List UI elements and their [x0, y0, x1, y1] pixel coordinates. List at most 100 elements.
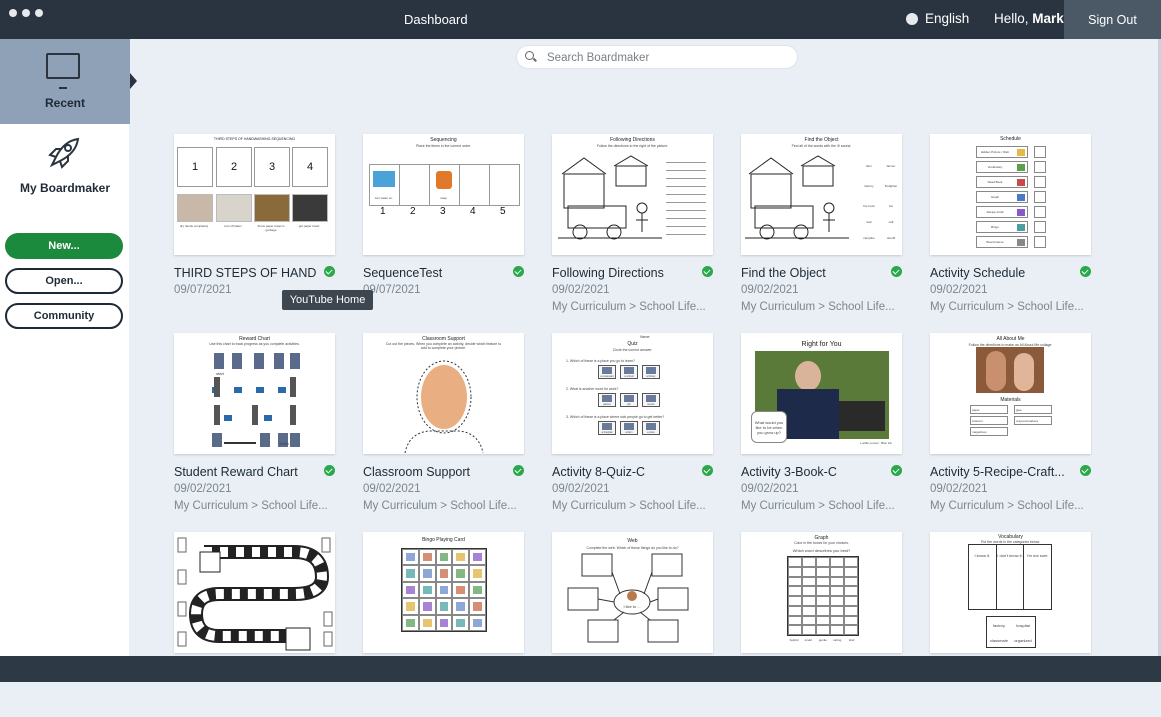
search-input[interactable] — [545, 48, 794, 68]
window-dot[interactable] — [35, 9, 43, 17]
schedule-checkbox — [1034, 206, 1046, 218]
open-button[interactable]: Open... — [5, 268, 123, 294]
document-card[interactable]: Vocabulary Put the words in the categori… — [930, 532, 1092, 717]
quiz-option: recess — [642, 393, 660, 407]
document-thumbnail[interactable]: All About Me Follow the directions to ma… — [930, 333, 1091, 454]
new-button[interactable]: New... — [5, 233, 123, 259]
graph-cell — [816, 586, 830, 596]
bingo-cell — [402, 565, 419, 582]
graph-cell — [830, 596, 844, 606]
bingo-cell-picture — [422, 602, 432, 611]
material-label: scissors — [972, 419, 983, 423]
text-line — [666, 210, 706, 211]
bingo-cell-picture — [406, 569, 415, 578]
document-card[interactable]: Sequencing Place the items in the correc… — [363, 134, 525, 319]
document-thumbnail[interactable]: Schedule Hidden Picture / Web Vocabulary R… — [930, 134, 1091, 255]
document-card[interactable]: Reward Chart Use this chart to track pro… — [174, 333, 336, 518]
reward-path-picture — [212, 353, 300, 447]
document-thumbnail[interactable]: Sequencing Place the items in the correc… — [363, 134, 524, 255]
quiz-option: a store — [642, 421, 660, 435]
user-name: Mark — [1032, 11, 1064, 26]
quiz-option-picture — [624, 367, 634, 374]
graph-label: helpful — [789, 638, 799, 642]
schedule-row: Vocabulary — [976, 161, 1028, 173]
graph-cell — [802, 615, 816, 626]
document-thumbnail[interactable]: Graph Color in the boxes for your choice… — [741, 532, 902, 653]
bingo-cell — [435, 549, 453, 566]
thumb-caption: soap — [440, 196, 447, 200]
document-title[interactable]: Activity Schedule — [930, 266, 1072, 280]
document-title[interactable]: Activity 3-Book-C — [741, 465, 883, 479]
document-thumbnail[interactable] — [174, 532, 335, 653]
faucet-picture — [373, 171, 395, 187]
text-line — [666, 234, 706, 235]
community-button[interactable]: Community — [5, 303, 123, 329]
word-label: farmer — [886, 164, 896, 168]
window-dot[interactable] — [9, 9, 17, 17]
sequence-number: 2 — [410, 206, 416, 217]
document-card[interactable]: Following Directions Follow the directio… — [552, 134, 714, 319]
document-thumbnail[interactable]: Right for You What would you like to be … — [741, 333, 902, 454]
document-thumbnail[interactable]: Name: Quiz Circle the correct answer. 1.… — [552, 333, 713, 454]
graph-cell — [802, 605, 816, 616]
graph-cell — [816, 566, 830, 577]
graph-cell — [830, 576, 844, 587]
document-thumbnail[interactable]: Following Directions Follow the directio… — [552, 134, 713, 255]
document-card[interactable]: Schedule Hidden Picture / Web Vocabulary R… — [930, 134, 1092, 319]
language-selector[interactable]: English — [906, 11, 969, 26]
document-card[interactable]: All About Me Follow the directions to ma… — [930, 333, 1092, 518]
bingo-cell — [402, 549, 419, 566]
document-thumbnail[interactable]: THIRD STEPS OF HANDWASHING-SEQUENCING 1 … — [174, 134, 335, 255]
quiz-question: 3. Which of these is a place where sick … — [566, 415, 665, 419]
tooltip: YouTube Home — [282, 290, 373, 310]
schedule-checkbox — [1034, 176, 1046, 188]
sidebar: Recent My Boardmaker New... Open... Comm… — [0, 39, 137, 656]
document-card[interactable]: Right for You What would you like to be … — [741, 333, 903, 518]
vocab-table: I know it. I don't know it. I'm not sure… — [968, 544, 1052, 610]
window-dot[interactable] — [22, 9, 30, 17]
document-title[interactable]: Find the Object — [741, 266, 883, 280]
document-title[interactable]: Following Directions — [552, 266, 694, 280]
quiz-option-picture — [646, 395, 656, 402]
vocab-column: I don't know it. — [997, 545, 1025, 609]
schedule-item-label: Hidden Picture / Web — [980, 150, 1010, 154]
bingo-cell-picture — [439, 553, 449, 562]
document-card[interactable]: Bingo Playing Card — [363, 532, 525, 717]
document-card[interactable]: Name: Quiz Circle the correct answer. 1.… — [552, 333, 714, 518]
bingo-cell — [469, 614, 486, 631]
document-thumbnail[interactable]: Bingo Playing Card — [363, 532, 524, 653]
bingo-cell — [452, 565, 470, 582]
document-card[interactable]: Web Complete the web. Which of these thi… — [552, 532, 714, 717]
sidebar-item-recent[interactable]: Recent — [0, 39, 130, 124]
graph-grid — [787, 556, 859, 636]
globe-icon — [906, 12, 918, 25]
word-bank-item: hospital — [1016, 623, 1030, 628]
document-card[interactable]: Classroom Support Cut out the pieces. Wh… — [363, 333, 525, 518]
document-card[interactable]: Find the Object Find all of the words wi… — [741, 134, 903, 319]
document-title[interactable]: SequenceTest — [363, 266, 505, 280]
document-thumbnail[interactable]: Web Complete the web. Which of these thi… — [552, 532, 713, 653]
document-card[interactable]: Graph Color in the boxes for your choice… — [741, 532, 903, 717]
sidebar-item-my-boardmaker[interactable]: My Boardmaker — [0, 135, 130, 205]
thumb-heading: Quiz — [627, 341, 638, 347]
sequence-box: 1 — [177, 147, 213, 187]
document-date: 09/02/2021 — [552, 483, 610, 495]
document-title[interactable]: Activity 8-Quiz-C — [552, 465, 694, 479]
document-thumbnail[interactable]: Vocabulary Put the words in the categori… — [930, 532, 1091, 653]
document-title[interactable]: Student Reward Chart — [174, 465, 316, 479]
sequence-number: 4 — [470, 206, 476, 217]
document-title[interactable]: Activity 5-Recipe-Craft... — [930, 465, 1072, 479]
document-title[interactable]: Classroom Support — [363, 465, 505, 479]
sequence-number: 3 — [440, 206, 446, 217]
window-controls[interactable] — [9, 9, 43, 17]
search-box[interactable] — [517, 46, 797, 68]
document-thumbnail[interactable]: Classroom Support Cut out the pieces. Wh… — [363, 333, 524, 454]
document-thumbnail[interactable]: Reward Chart Use this chart to track pro… — [174, 333, 335, 454]
bingo-cell-picture — [456, 602, 466, 611]
document-card[interactable] — [174, 532, 336, 717]
quiz-option-label: a hospital — [601, 431, 613, 434]
document-title[interactable]: THIRD STEPS OF HAND... — [174, 266, 316, 280]
document-thumbnail[interactable]: Find the Object Find all of the words wi… — [741, 134, 902, 255]
sign-out-button[interactable]: Sign Out — [1064, 0, 1161, 39]
sequence-number: 5 — [500, 206, 506, 217]
